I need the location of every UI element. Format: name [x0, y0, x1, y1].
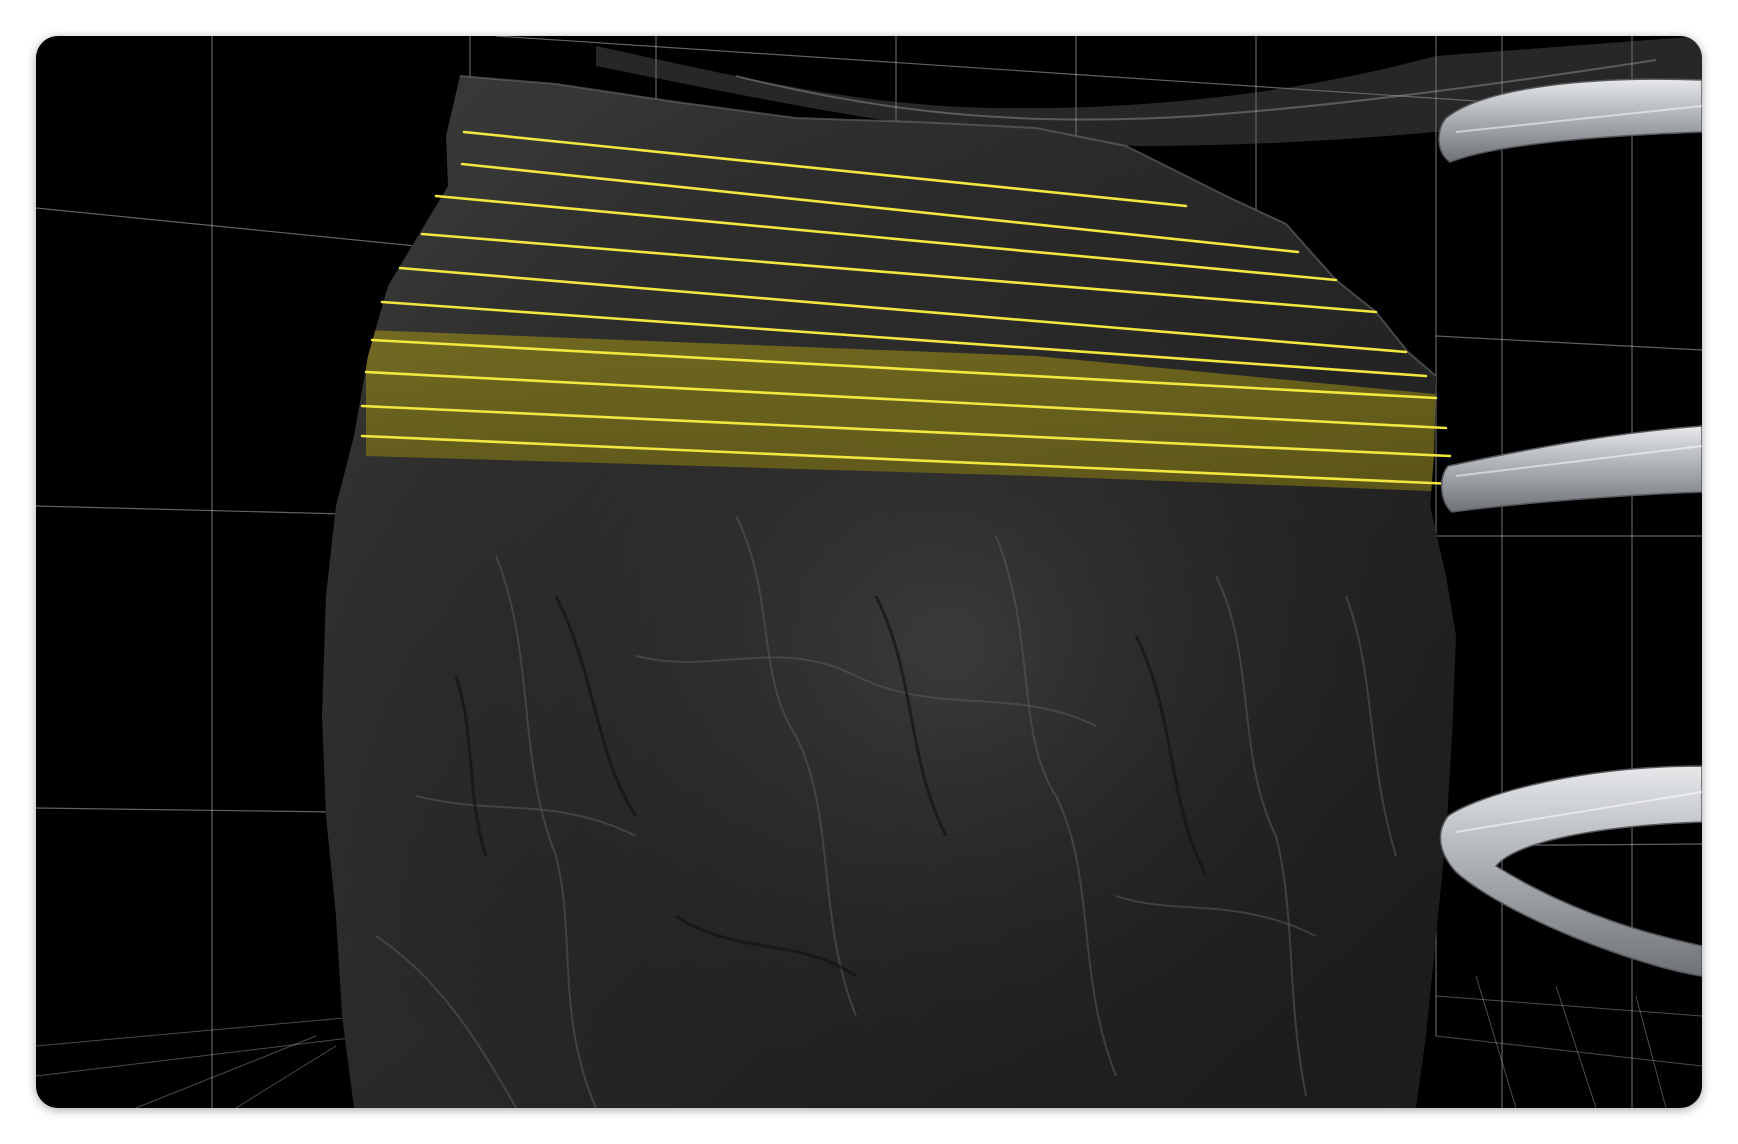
pipe-ring-middle [1440, 425, 1702, 513]
rock-sample [322, 75, 1456, 1108]
pipe-rings [1438, 78, 1702, 977]
rock-visualization [36, 36, 1702, 1108]
viewport-frame [36, 36, 1702, 1108]
